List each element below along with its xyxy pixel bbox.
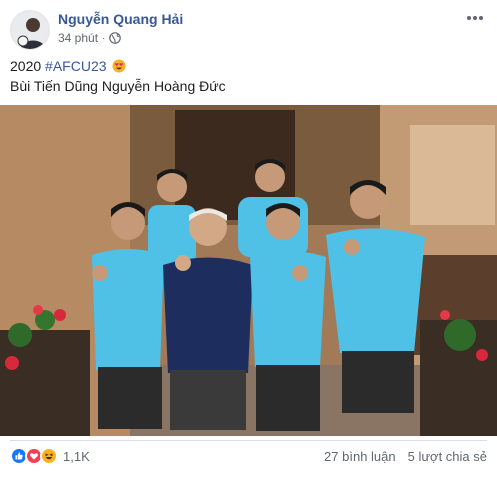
post-text-year: 2020 [10,58,46,74]
post-text-line-2: Bùi Tiến Dũng Nguyễn Hoàng Đức [10,78,226,94]
heart-eyes-emoji-icon [112,58,126,73]
team-photo-illustration [0,105,497,436]
hashtag-link[interactable]: #AFCU23 [45,58,106,74]
post-footer: 1,1K 27 bình luận 5 lượt chia sẻ [10,445,487,469]
reaction-count[interactable]: 1,1K [63,449,90,464]
author-name[interactable]: Nguyễn Quang Hải [58,11,183,27]
shares-count[interactable]: 5 lượt chia sẻ [408,449,487,464]
comments-count[interactable]: 27 bình luận [324,449,396,464]
facebook-post: Nguyễn Quang Hải 34 phút · 2020 #AFCU23 [0,0,497,478]
globe-icon [109,32,122,44]
haha-icon [40,447,58,465]
avatar[interactable] [10,10,50,50]
post-text-line-1: 2020 #AFCU23 [10,56,487,76]
meta-separator: · [102,32,106,44]
post-photo[interactable] [0,105,497,436]
engagement-stats: 27 bình luận 5 lượt chia sẻ [324,449,487,464]
post-time[interactable]: 34 phút [58,31,98,45]
more-options-icon[interactable] [463,8,487,28]
post-header: Nguyễn Quang Hải 34 phút · [10,8,487,50]
post-meta: 34 phút · [58,31,122,45]
post-text: 2020 #AFCU23 Bùi Tiến Dũng Nguyễn Hoàng … [10,56,487,96]
footer-divider [10,440,487,441]
reactions-summary[interactable]: 1,1K [10,447,90,465]
